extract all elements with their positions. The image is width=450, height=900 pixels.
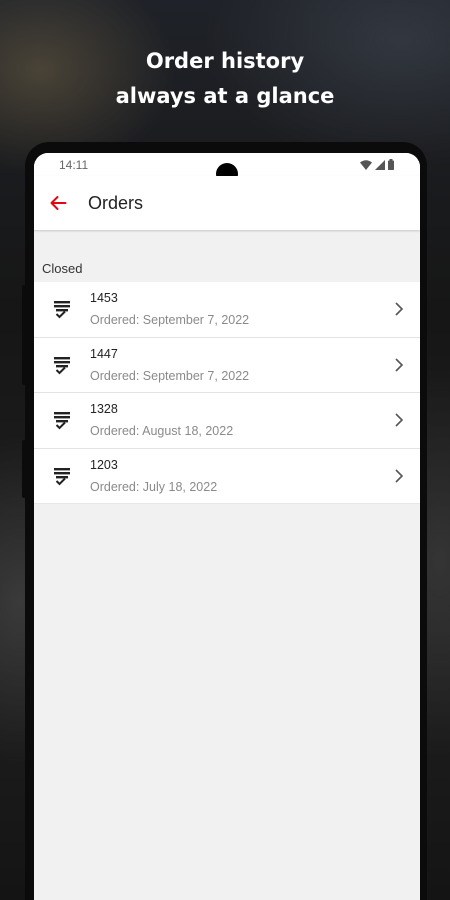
order-list-item[interactable]: 1447 Ordered: September 7, 2022 [34, 338, 420, 393]
arrow-left-icon [50, 196, 67, 210]
order-number: 1447 [90, 346, 118, 361]
section-label-closed: Closed [42, 261, 83, 276]
order-date: Ordered: September 7, 2022 [90, 313, 250, 328]
headline-line-1: Order history [145, 49, 305, 73]
order-list-item[interactable]: 1453 Ordered: September 7, 2022 [34, 282, 420, 338]
order-date: Ordered: July 18, 2022 [90, 479, 218, 494]
status-bar: 14:11 [34, 153, 420, 185]
status-time: 14:11 [59, 157, 89, 172]
receipt-check-icon [34, 354, 90, 376]
order-list-item[interactable]: 1328 Ordered: August 18, 2022 [34, 393, 420, 449]
app-bar: Orders [34, 176, 420, 230]
page-title: Orders [88, 192, 144, 213]
order-number: 1203 [90, 457, 118, 472]
order-date: Ordered: August 18, 2022 [90, 424, 234, 439]
headline-line-2: always at a glance [115, 84, 335, 108]
order-date: Ordered: September 7, 2022 [90, 368, 250, 383]
chevron-right-icon [384, 358, 414, 372]
signal-icon [375, 159, 385, 170]
receipt-check-icon [34, 409, 90, 431]
wifi-icon [360, 159, 372, 170]
chevron-right-icon [384, 413, 414, 427]
receipt-check-icon [34, 298, 90, 320]
order-number: 1453 [90, 291, 118, 306]
order-list-item[interactable]: 1203 Ordered: July 18, 2022 [34, 449, 420, 504]
chevron-right-icon [384, 469, 414, 483]
phone-screen: 14:11 Orders Closed 1453 Ordered: Septem… [34, 153, 420, 900]
order-list: 1453 Ordered: September 7, 2022 1447 Ord… [34, 282, 420, 504]
chevron-right-icon [384, 302, 414, 316]
status-icons [360, 159, 394, 170]
promo-headline: Order history always at a glance [0, 44, 450, 114]
order-number: 1328 [90, 402, 118, 417]
receipt-check-icon [34, 465, 90, 487]
battery-icon [388, 159, 394, 170]
back-button[interactable] [34, 176, 84, 230]
